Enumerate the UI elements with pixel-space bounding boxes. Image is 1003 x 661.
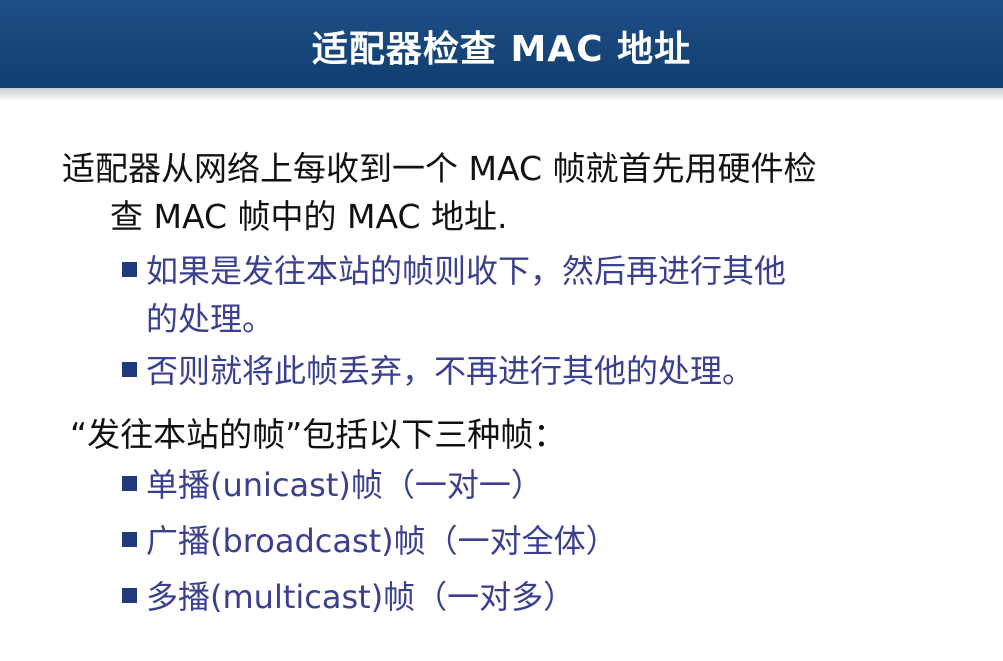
frame-item-broadcast: 广播(broadcast)帧（一对全体） (146, 522, 618, 560)
square-bullet-icon (122, 588, 137, 603)
slide-content: 适配器从网络上每收到一个 MAC 帧就首先用硬件检 查 MAC 帧中的 MAC … (0, 0, 1003, 661)
square-bullet-icon (122, 532, 137, 547)
square-bullet-icon (122, 362, 137, 377)
sub-bullet-1-line-1: 如果是发往本站的帧则收下，然后再进行其他 (146, 252, 787, 290)
frame-item-unicast: 单播(unicast)帧（一对一） (146, 466, 543, 504)
frame-item-multicast: 多播(multicast)帧（一对多） (146, 578, 576, 616)
square-bullet-icon (122, 262, 137, 277)
paragraph-1-line-2: 查 MAC 帧中的 MAC 地址. (110, 197, 508, 236)
paragraph-2: “发往本站的帧”包括以下三种帧： (70, 415, 567, 454)
square-bullet-icon (122, 476, 137, 491)
sub-bullet-1-line-2: 的处理。 (146, 300, 275, 338)
sub-bullet-2: 否则就将此帧丢弃，不再进行其他的处理。 (146, 352, 755, 390)
paragraph-1-line-1: 适配器从网络上每收到一个 MAC 帧就首先用硬件检 (62, 149, 817, 188)
